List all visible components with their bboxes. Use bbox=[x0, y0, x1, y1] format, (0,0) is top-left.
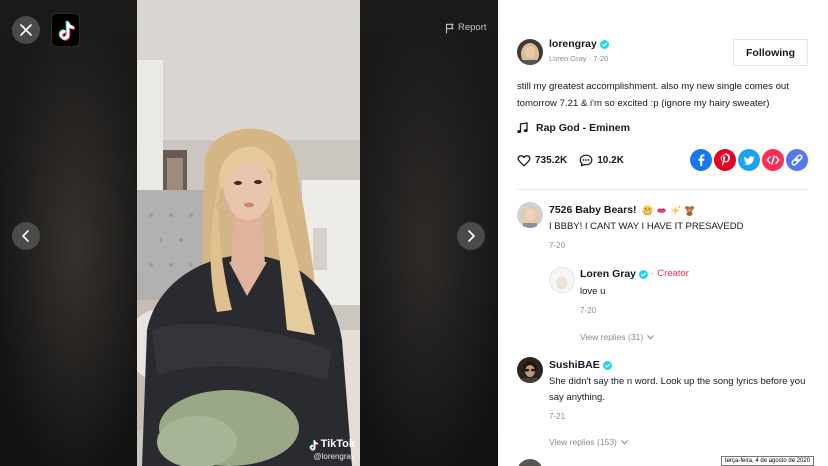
verified-badge-icon bbox=[602, 360, 612, 370]
comment-date: 7-20 bbox=[549, 241, 566, 250]
post-date: 7-20 bbox=[593, 54, 609, 63]
video-watermark: TikTok @lorengray bbox=[308, 438, 355, 462]
next-video-button[interactable] bbox=[457, 222, 485, 250]
author-username-link[interactable]: lorengray bbox=[549, 37, 609, 51]
twitter-icon bbox=[738, 149, 760, 171]
pinterest-icon bbox=[714, 149, 736, 171]
share-twitter-button[interactable] bbox=[738, 149, 760, 171]
close-icon bbox=[20, 24, 32, 36]
reply-author[interactable]: Loren Gray · Creator bbox=[580, 267, 689, 281]
previous-video-button[interactable] bbox=[12, 222, 40, 250]
reply-avatar[interactable] bbox=[549, 267, 575, 293]
report-label: Report bbox=[458, 22, 487, 33]
sparkles-icon bbox=[670, 205, 681, 216]
share-facebook-button[interactable] bbox=[690, 149, 712, 171]
video-info-panel: lorengray Loren Gray · 7-20 Following st… bbox=[498, 0, 828, 466]
comment-avatar[interactable] bbox=[517, 357, 543, 383]
view-replies-label: View replies (31) bbox=[580, 332, 644, 342]
copy-link-button[interactable] bbox=[786, 149, 808, 171]
watermark-handle: @lorengray bbox=[313, 452, 355, 461]
video-frame bbox=[137, 0, 360, 466]
watermark-brand: TikTok bbox=[320, 438, 355, 450]
tiktok-logo[interactable] bbox=[51, 13, 80, 47]
embed-icon bbox=[762, 149, 784, 171]
share-pinterest-button[interactable] bbox=[714, 149, 736, 171]
creator-separator: · bbox=[651, 268, 655, 279]
share-embed-button[interactable] bbox=[762, 149, 784, 171]
author-meta: Loren Gray · 7-20 bbox=[549, 54, 608, 64]
music-link[interactable]: Rap God - Eminem bbox=[517, 121, 630, 135]
author-avatar[interactable] bbox=[517, 39, 543, 65]
heart-icon bbox=[517, 154, 531, 166]
comment-author[interactable]: SushiBAE bbox=[549, 358, 612, 372]
link-icon bbox=[786, 149, 808, 171]
chevron-down-icon bbox=[647, 334, 654, 339]
tiktok-logo-icon bbox=[309, 439, 319, 451]
meta-separator: · bbox=[588, 54, 592, 63]
comment-date: 7-21 bbox=[549, 412, 566, 421]
comment-avatar[interactable] bbox=[517, 459, 543, 466]
close-button[interactable] bbox=[12, 16, 40, 44]
date-tooltip: terça-feira, 4 de agosto de 2020 bbox=[721, 456, 815, 466]
comment-text: She didn't say the n word. Look up the s… bbox=[549, 376, 806, 403]
chevron-right-icon bbox=[468, 230, 475, 242]
comment-text: I BBBY! I CANT WAY I HAVE IT PRESAVEDD bbox=[549, 221, 744, 232]
share-buttons bbox=[690, 149, 808, 171]
facebook-icon bbox=[690, 149, 712, 171]
comment-icon bbox=[579, 154, 593, 166]
tiktok-logo-icon bbox=[58, 20, 75, 41]
chevron-down-icon bbox=[621, 439, 628, 444]
reply-author-name: Loren Gray bbox=[580, 268, 637, 280]
reply-date: 7-20 bbox=[580, 306, 597, 315]
following-button[interactable]: Following bbox=[733, 39, 808, 66]
comment-author-name: 7526 Baby Bears! bbox=[549, 204, 637, 216]
view-replies-label: View replies (153) bbox=[549, 437, 617, 447]
view-replies-button[interactable]: View replies (153) bbox=[549, 437, 628, 447]
comment-count-button bbox=[579, 154, 593, 167]
comment-avatar[interactable] bbox=[517, 202, 543, 228]
flag-icon bbox=[445, 23, 454, 33]
video-caption: still my greatest accomplishment. also m… bbox=[517, 81, 789, 109]
author-display-name: Loren Gray bbox=[549, 54, 587, 63]
section-divider bbox=[517, 189, 808, 190]
teddy-bear-icon bbox=[684, 205, 695, 216]
like-count: 735.2K bbox=[535, 154, 568, 166]
engagement-stats: 735.2K 10.2K bbox=[517, 153, 624, 167]
like-button[interactable] bbox=[517, 154, 531, 167]
comment-author[interactable]: 7526 Baby Bears! bbox=[549, 203, 695, 217]
report-button[interactable]: Report bbox=[445, 22, 487, 34]
chevron-left-icon bbox=[22, 230, 29, 242]
reply-text: love u bbox=[580, 286, 606, 297]
video-player[interactable]: TikTok @lorengray bbox=[137, 0, 360, 466]
kiss-mark-icon bbox=[656, 205, 667, 216]
verified-badge-icon bbox=[599, 39, 609, 49]
author-username: lorengray bbox=[549, 38, 597, 50]
video-stage: TikTok @lorengray Report bbox=[0, 0, 498, 466]
name-emoji-group bbox=[641, 204, 695, 216]
comment-author-name: SushiBAE bbox=[549, 359, 600, 371]
view-replies-button[interactable]: View replies (31) bbox=[580, 332, 654, 342]
verified-badge-icon bbox=[639, 269, 649, 279]
watermark-brand-row: TikTok bbox=[308, 438, 355, 451]
grimacing-face-icon bbox=[641, 204, 653, 216]
comment-count: 10.2K bbox=[597, 154, 624, 166]
music-note-icon bbox=[517, 122, 528, 134]
creator-badge: Creator bbox=[657, 268, 689, 279]
music-title: Rap God - Eminem bbox=[536, 122, 630, 134]
